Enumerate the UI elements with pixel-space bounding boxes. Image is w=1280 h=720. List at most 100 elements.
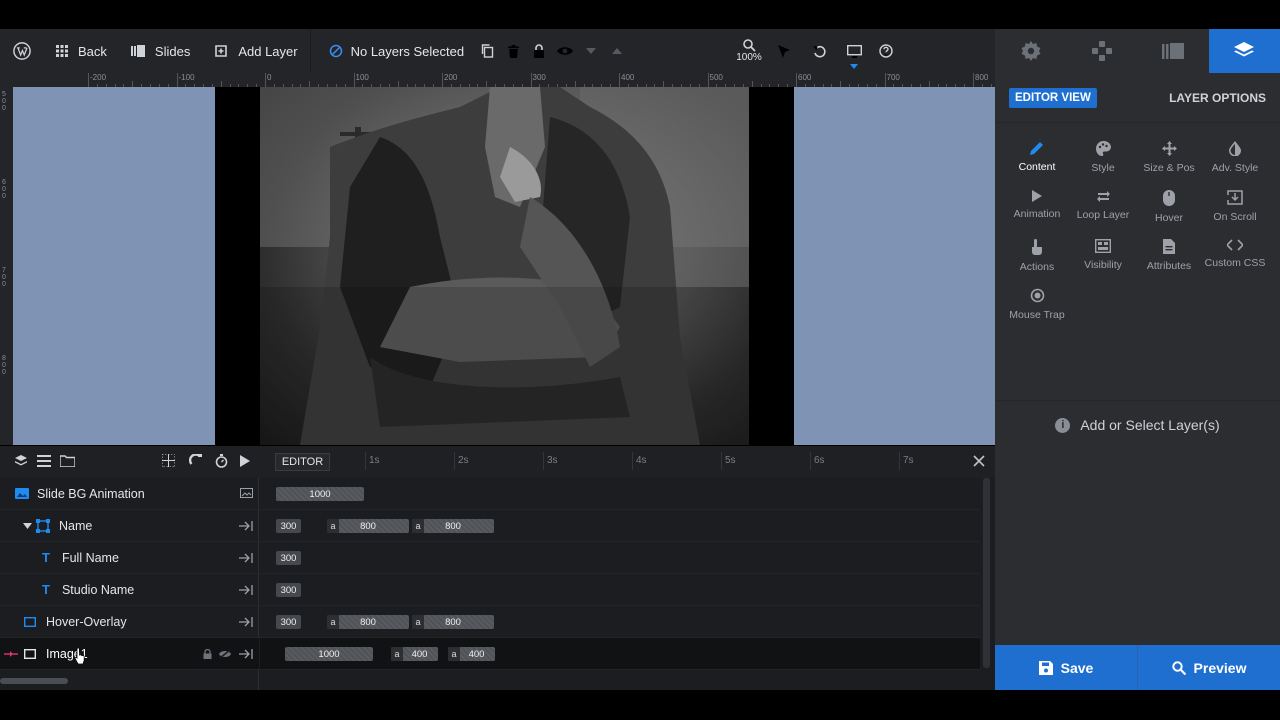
layer-hide-icon[interactable] xyxy=(219,649,231,659)
slides-button[interactable]: Slides xyxy=(119,29,202,73)
save-button[interactable]: Save xyxy=(995,645,1137,690)
folder-button[interactable] xyxy=(59,454,76,472)
animation-bar[interactable]: 1000 xyxy=(285,647,373,661)
preview-button[interactable]: Preview xyxy=(1137,645,1280,690)
delay-marker: a xyxy=(412,615,424,629)
end-arrow-icon[interactable] xyxy=(239,616,253,630)
delay-marker: a xyxy=(327,519,339,533)
animation-bar[interactable]: 300 xyxy=(276,583,301,597)
back-label: Back xyxy=(78,43,107,59)
desktop-icon xyxy=(846,44,862,58)
timeline-second-label: 4s xyxy=(636,455,647,466)
layer-row-slide-bg[interactable]: Slide BG Animation xyxy=(0,478,259,510)
tab-slide-settings[interactable] xyxy=(995,29,1066,73)
timeline-editor-tag[interactable]: EDITOR xyxy=(275,453,330,471)
timeline-horizontal-scrollbar[interactable] xyxy=(0,678,68,684)
slide-canvas[interactable] xyxy=(13,87,995,445)
animation-bar[interactable]: 300 xyxy=(276,519,301,533)
option-visibility[interactable]: Visibility xyxy=(1070,239,1136,288)
empty-selection-message: i Add or Select Layer(s) xyxy=(995,417,1280,433)
tab-navigation[interactable] xyxy=(1066,29,1137,73)
animation-bar[interactable]: a 400 xyxy=(448,647,495,661)
option-on-scroll[interactable]: On Scroll xyxy=(1202,190,1268,239)
ruler-tick-line xyxy=(973,73,974,87)
magnet-button[interactable] xyxy=(188,453,202,472)
ruler-tick-line xyxy=(530,73,532,87)
ruler-tick-label: 500 xyxy=(709,73,723,82)
animation-bar[interactable]: a 800 xyxy=(412,615,494,629)
animation-bar[interactable]: 300 xyxy=(276,551,301,565)
list-view-button[interactable] xyxy=(37,454,51,472)
layers-view-button[interactable] xyxy=(14,454,28,473)
timeline-second-label: 6s xyxy=(814,455,825,466)
end-arrow-icon[interactable] xyxy=(239,648,253,662)
option-custom-css[interactable]: Custom CSS xyxy=(1202,239,1268,288)
option-mouse-trap[interactable]: Mouse Trap xyxy=(1004,288,1070,337)
shape-layer-icon xyxy=(24,616,36,627)
animation-bar[interactable]: a 800 xyxy=(327,615,409,629)
timeline-second-label: 7s xyxy=(903,455,914,466)
wordpress-logo-button[interactable] xyxy=(0,29,44,73)
animation-bar[interactable]: a 400 xyxy=(391,647,438,661)
undo-button[interactable] xyxy=(802,29,836,73)
back-button[interactable]: Back xyxy=(44,29,119,73)
select-tool-button[interactable] xyxy=(766,29,802,73)
ruler-tick-line xyxy=(796,73,797,87)
duplicate-button[interactable] xyxy=(474,29,500,73)
layer-row-hover-overlay[interactable]: Hover-Overlay xyxy=(0,606,259,638)
option-adv-style[interactable]: Adv. Style xyxy=(1202,141,1268,190)
play-timeline-button[interactable] xyxy=(240,454,250,472)
option-hover[interactable]: Hover xyxy=(1136,190,1202,239)
layer-row-studio-name[interactable]: T Studio Name xyxy=(0,574,259,606)
device-view-button[interactable] xyxy=(836,29,872,73)
slide-background-image[interactable] xyxy=(260,87,749,445)
layer-row-image1[interactable]: Image1 xyxy=(0,638,259,670)
timeline-vertical-scrollbar[interactable] xyxy=(983,478,990,668)
option-actions[interactable]: Actions xyxy=(1004,239,1070,288)
layer-options-panel: EDITOR VIEW LAYER OPTIONS Content Style … xyxy=(995,73,1280,645)
option-label: Loop Layer xyxy=(1076,209,1130,221)
layer-lock-icon[interactable] xyxy=(203,649,212,659)
editor-view-button[interactable]: EDITOR VIEW xyxy=(1009,87,1097,108)
tab-layers[interactable] xyxy=(1208,29,1280,73)
zoom-control[interactable]: 100% xyxy=(732,39,766,63)
timer-button[interactable] xyxy=(215,454,228,473)
delete-button[interactable] xyxy=(500,29,526,73)
animation-bar[interactable]: a 800 xyxy=(327,519,409,533)
close-timeline-button[interactable] xyxy=(970,452,988,475)
bar-duration: 300 xyxy=(280,584,297,596)
end-arrow-icon[interactable] xyxy=(239,552,253,566)
move-down-button[interactable] xyxy=(578,29,604,73)
end-arrow-icon[interactable] xyxy=(239,584,253,598)
timeline-second-line xyxy=(543,452,544,470)
animation-bar[interactable]: a 800 xyxy=(412,519,494,533)
snap-grid-button[interactable] xyxy=(161,453,176,472)
bar-duration: 800 xyxy=(445,616,461,628)
option-label: On Scroll xyxy=(1213,211,1257,223)
option-attributes[interactable]: Attributes xyxy=(1136,239,1202,288)
option-content[interactable]: Content xyxy=(1004,141,1070,190)
ruler-tick-label: 800 xyxy=(2,355,6,376)
option-style[interactable]: Style xyxy=(1070,141,1136,190)
bg-image-settings-icon[interactable] xyxy=(240,487,253,502)
timeline-second-line xyxy=(632,452,633,470)
layer-row-full-name[interactable]: T Full Name xyxy=(0,542,259,574)
option-size-pos[interactable]: Size & Pos xyxy=(1136,141,1202,190)
layer-row-name-group[interactable]: Name xyxy=(0,510,259,542)
help-button[interactable] xyxy=(872,29,900,73)
collapse-arrow-icon[interactable] xyxy=(23,522,32,529)
add-layer-button[interactable]: Add Layer xyxy=(202,29,309,73)
move-up-button[interactable] xyxy=(604,29,630,73)
end-arrow-icon[interactable] xyxy=(239,520,253,534)
tab-module-library[interactable] xyxy=(1138,29,1209,73)
layer-options-button[interactable]: LAYER OPTIONS xyxy=(1169,91,1266,105)
animation-bar[interactable]: 300 xyxy=(276,615,301,629)
animation-bar[interactable]: 1000 xyxy=(276,487,364,501)
timeline-second-line xyxy=(899,452,900,470)
option-animation[interactable]: Animation xyxy=(1004,190,1070,239)
lock-button[interactable] xyxy=(526,29,552,73)
timeline-second-line xyxy=(721,452,722,470)
option-loop-layer[interactable]: Loop Layer xyxy=(1070,190,1136,239)
bar-duration: 800 xyxy=(360,520,376,532)
visibility-toggle-button[interactable] xyxy=(552,29,578,73)
